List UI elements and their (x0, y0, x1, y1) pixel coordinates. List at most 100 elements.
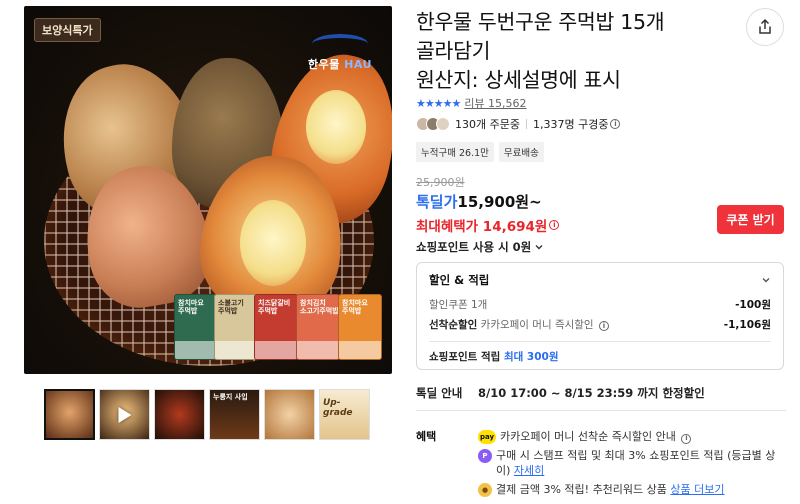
shopping-point-text: 쇼핑포인트 사용 시 0원 (416, 240, 532, 254)
play-icon (118, 406, 131, 423)
sale-price-row: 톡딜가15,900원~ (416, 191, 542, 212)
brand-name: 한우물 (307, 58, 340, 71)
chevron-down-icon (535, 245, 543, 250)
buyer-avatars (416, 117, 450, 131)
brand-logo-arc (311, 34, 368, 54)
product-info-panel: 한우물 두번구운 주먹밥 15개 골라담기 원산지: 상세설명에 표시 ★★★★… (416, 0, 788, 504)
pack-stripe (339, 341, 381, 359)
deal-info-period: 8/10 17:00 ~ 8/15 23:59 까지 한정할인 (478, 386, 705, 400)
brand-logo: 한우물 HAU (308, 34, 372, 72)
pack-label: 소불고기 주먹밥 (218, 299, 244, 316)
coupon-discount-amount: -100원 (735, 299, 771, 311)
pack-label: 참치마요 주먹밥 (342, 299, 368, 316)
share-icon (759, 18, 771, 34)
sale-label: 톡딜가 (416, 193, 458, 211)
first-come-sub: 카카오페이 머니 즉시할인 (480, 319, 594, 331)
brand-logo-text: 한우물 HAU (308, 56, 372, 72)
perk-item: pay 카카오페이 머니 선착순 즉시할인 안내 i (478, 429, 778, 444)
order-count: 130개 주문중 (455, 118, 520, 131)
coupon-button[interactable]: 쿠폰 받기 (717, 205, 784, 234)
first-come-discount-line: 선착순할인 카카오페이 머니 즉시할인 i -1,106원 (429, 317, 771, 332)
perk-text: 결제 금액 3% 적립! 추천리워드 상품 상품 더보기 (496, 482, 725, 497)
pack-stripe (255, 341, 297, 359)
chevron-down-icon (762, 278, 770, 283)
pack-stripe (215, 341, 257, 359)
info-icon[interactable]: i (549, 220, 560, 230)
thumbnail-label: Up-grade (323, 398, 353, 419)
point-earn-value: 최대 300원 (503, 351, 559, 363)
product-title-line2: 골라담기 (416, 39, 491, 63)
special-deal-badge: 보양식특가 (34, 18, 101, 42)
star-rating-icon: ★★★★★ (416, 96, 461, 110)
deal-info-label: 톡딜 안내 (416, 386, 463, 400)
coin-icon: ● (478, 483, 492, 497)
perk-text: 카카오페이 머니 선착순 즉시할인 안내 i (500, 429, 692, 444)
pack-stripe (175, 341, 217, 359)
product-title: 한우물 두번구운 주먹밥 15개 골라담기 원산지: 상세설명에 표시 (416, 8, 736, 95)
info-icon[interactable]: i (610, 119, 621, 129)
pack-image: 참치마요 주먹밥 (174, 294, 218, 360)
divider (429, 341, 771, 342)
discount-benefit-box: 할인 & 적립 할인쿠폰 1개 -100원 선착순할인 카카오페이 머니 즉시할… (416, 262, 784, 370)
thumbnail-3[interactable] (154, 389, 205, 440)
divider (525, 119, 527, 129)
sale-price: 15,900원~ (457, 193, 542, 211)
product-title-line1: 한우물 두번구운 주먹밥 15개 (416, 10, 665, 34)
thumbnail-1[interactable] (44, 389, 95, 440)
product-packs: 참치마요 주먹밥 소불고기 주먹밥 치즈닭갈비 주먹밥 참치김치 소고기주먹밥 … (174, 294, 388, 364)
point-earn-label: 쇼핑포인트 적립 (429, 351, 501, 363)
kakaopay-icon: pay (478, 430, 496, 444)
thumbnail-label: 누룽지 사입 (213, 393, 248, 401)
thumbnail-6[interactable]: Up-grade (319, 389, 370, 440)
pack-stripe (297, 341, 339, 359)
thumbnail-strip: 누룽지 사입 Up-grade (44, 389, 370, 440)
tag-free-shipping: 무료배송 (498, 142, 544, 162)
perk-text-2: 결제 금액 3% 적립! 추천리워드 상품 (496, 483, 667, 496)
coupon-discount-label: 할인쿠폰 1개 (429, 299, 488, 311)
cheese-topping (240, 200, 306, 286)
pack-image: 참치마요 주먹밥 (338, 294, 382, 360)
shopping-point-toggle[interactable]: 쇼핑포인트 사용 시 0원 (416, 239, 544, 255)
perk-item: ● 결제 금액 3% 적립! 추천리워드 상품 상품 더보기 (478, 482, 778, 497)
perk-text-0: 카카오페이 머니 선착순 즉시할인 안내 (500, 430, 676, 443)
share-button[interactable] (746, 8, 784, 46)
pack-image: 소불고기 주먹밥 (214, 294, 258, 360)
thumbnail-5[interactable] (264, 389, 315, 440)
point-earn-line: 쇼핑포인트 적립 최대 300원 (429, 349, 771, 364)
perks-label: 혜택 (416, 430, 437, 443)
product-origin: 원산지: 상세설명에 표시 (416, 68, 621, 92)
first-come-title: 선착순할인 (429, 319, 478, 331)
perk-text: 구매 시 스탬프 적립 및 최대 3% 쇼핑포인트 적립 (등급별 상이) 자세… (496, 448, 778, 478)
brand-sub: HAU (344, 58, 372, 71)
rating-row: ★★★★★ 리뷰 15,562 (416, 95, 527, 111)
benefit-box-header[interactable]: 할인 & 적립 (429, 272, 771, 288)
pack-image: 참치김치 소고기주먹밥 (296, 294, 340, 360)
thumbnail-2-video[interactable] (99, 389, 150, 440)
pack-label: 참치김치 소고기주먹밥 (300, 299, 339, 316)
avatar (436, 117, 450, 131)
viewer-count: 1,337명 구경중 (532, 118, 609, 131)
first-come-discount-label: 선착순할인 카카오페이 머니 즉시할인 i (429, 317, 609, 332)
product-tags: 누적구매 26.1만 무료배송 (416, 142, 544, 162)
info-icon[interactable]: i (681, 433, 692, 444)
pack-label: 치즈닭갈비 주먹밥 (258, 299, 291, 316)
product-main-image: 보양식특가 한우물 HAU 참치마요 주먹밥 소불고기 주먹밥 치즈닭갈비 주먹… (24, 6, 392, 374)
coupon-discount-line: 할인쿠폰 1개 -100원 (429, 297, 771, 312)
perk-item: P 구매 시 스탬프 적립 및 최대 3% 쇼핑포인트 적립 (등급별 상이) … (478, 448, 778, 478)
deal-info-row: 톡딜 안내 8/10 17:00 ~ 8/15 23:59 까지 한정할인 (416, 385, 705, 401)
tag-cumulative-purchase: 누적구매 26.1만 (416, 142, 494, 162)
perk-more-link[interactable]: 상품 더보기 (670, 483, 724, 496)
review-link[interactable]: 리뷰 15,562 (464, 95, 526, 111)
original-price: 25,900원 (416, 176, 465, 189)
divider (416, 410, 786, 411)
buyers-row: 130개 주문중 1,337명 구경중 i (416, 116, 621, 132)
cheese-topping (306, 90, 366, 164)
benefit-box-title: 할인 & 적립 (429, 273, 490, 287)
best-benefit-text: 최대혜택가 14,694원 (416, 219, 548, 235)
pack-image: 치즈닭갈비 주먹밥 (254, 294, 298, 360)
perk-detail-link[interactable]: 자세히 (514, 464, 544, 477)
best-benefit-price: 최대혜택가 14,694원 i (416, 215, 560, 235)
info-icon[interactable]: i (598, 321, 609, 331)
point-icon: P (478, 449, 492, 463)
thumbnail-4[interactable]: 누룽지 사입 (209, 389, 260, 440)
